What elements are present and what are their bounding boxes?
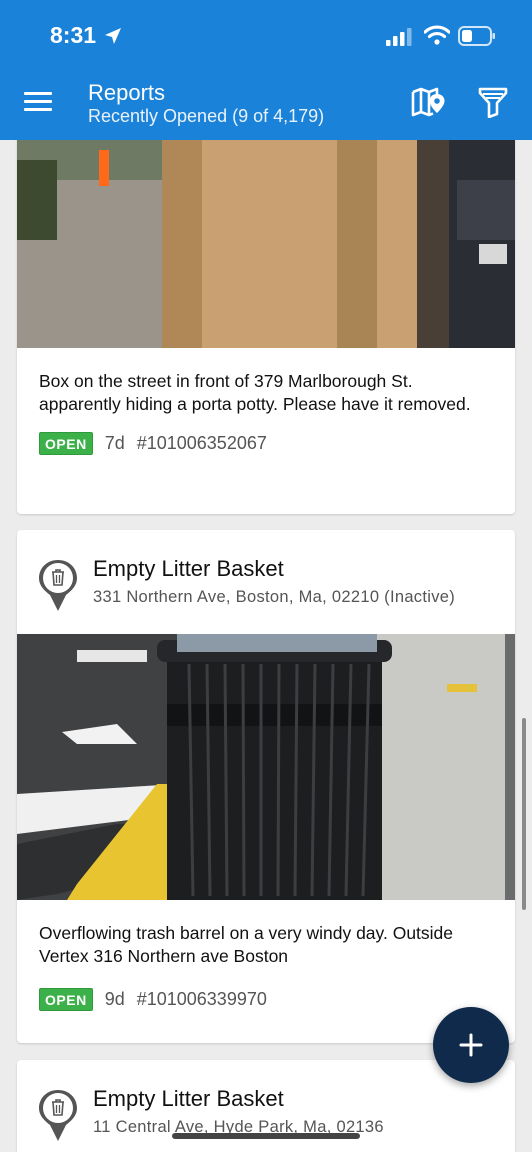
report-card[interactable]: Empty Litter Basket 331 Northern Ave, Bo… [17,530,515,1043]
trash-barrel-photo [17,634,515,900]
report-age: 9d [104,989,125,1009]
plus-icon [459,1033,483,1057]
report-card[interactable]: Box on the street in front of 379 Marlbo… [17,120,515,514]
report-id: #101006339970 [136,989,267,1009]
app-header: 8:31 Reports Recently Opened (9 of 4,179… [0,0,532,140]
filter-icon[interactable] [478,86,508,118]
report-age: 7d [104,433,125,453]
status-time: 8:31 [50,22,97,48]
menu-icon[interactable] [24,92,52,116]
report-id: #101006352067 [136,433,267,453]
location-arrow-icon [105,28,121,44]
report-photo[interactable] [17,120,515,348]
service-address: 331 Northern Ave, Boston, Ma, 02210 (Ina… [93,588,456,606]
map-pin-icon[interactable] [411,86,445,118]
status-bar: 8:31 [0,20,532,52]
wifi-icon [424,25,450,45]
report-description: Box on the street in front of 379 Marlbo… [39,371,471,414]
service-name: Empty Litter Basket [93,1086,284,1111]
battery-icon [458,26,495,46]
page-title: Reports [88,80,166,105]
report-meta: OPEN 7d #101006352067 [17,432,515,455]
scrollbar[interactable] [522,718,526,910]
trash-icon [39,1090,77,1141]
signal-icon [386,28,412,46]
report-description: Overflowing trash barrel on a very windy… [39,923,454,966]
add-report-button[interactable] [433,1007,509,1083]
card-header: Empty Litter Basket 331 Northern Ave, Bo… [17,530,515,634]
status-badge: OPEN [39,432,93,455]
home-indicator[interactable] [172,1133,360,1139]
page-subtitle: Recently Opened (9 of 4,179) [88,106,325,126]
trash-icon [39,560,77,611]
report-photo[interactable] [17,634,515,900]
service-name: Empty Litter Basket [93,556,284,581]
sidewalk-photo [17,120,515,348]
status-badge: OPEN [39,988,93,1011]
